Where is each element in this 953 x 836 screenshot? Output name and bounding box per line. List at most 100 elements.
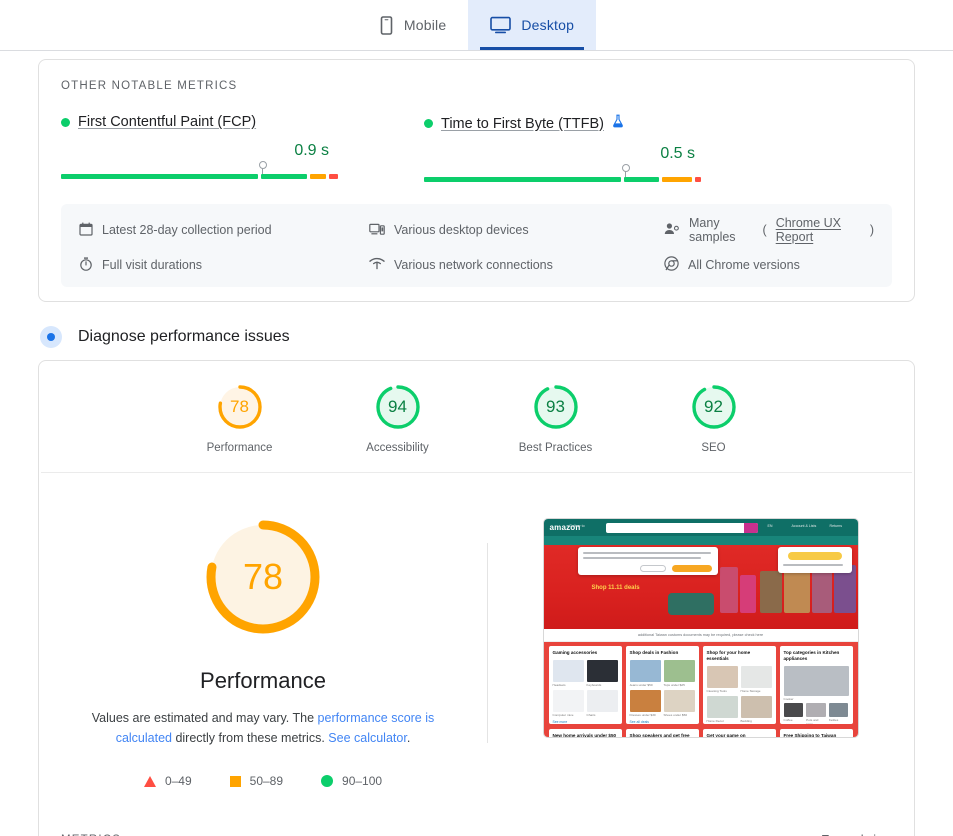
bar-segment-average (309, 174, 327, 179)
thumb-card: Top categories in Kitchen appliances Coo… (779, 646, 853, 724)
gauge-accessibility[interactable]: 94 Accessibility (354, 383, 442, 454)
tab-mobile[interactable]: Mobile (357, 0, 468, 50)
thumb-tile-caption: Kettles (828, 718, 839, 722)
tab-desktop[interactable]: Desktop (468, 0, 597, 50)
desc-text-middle: directly from these metrics. (171, 731, 329, 745)
thumb-tile-caption: Pots and pans (806, 718, 819, 724)
thumb-search-button (743, 522, 758, 533)
thumb-card-title: Gaming accessories (552, 650, 598, 655)
square-icon (229, 775, 241, 787)
thumb-navbar: amazon Deliver to EN Account & Lists Ret… (543, 519, 858, 536)
calendar-icon (79, 222, 93, 239)
thumb-dismiss-button (639, 564, 666, 572)
info-chrome-versions: All Chrome versions (664, 256, 874, 274)
info-collection-period-text: Latest 28-day collection period (102, 223, 272, 237)
metric-fcp-value: 0.9 s (294, 142, 329, 159)
thumb-tile-caption: Bedding (740, 719, 752, 723)
collection-info-strip: Latest 28-day collection period Various … (61, 204, 892, 287)
metric-ttfb: Time to First Byte (TTFB) 0.5 s (424, 114, 701, 182)
legend-average: 50–89 (229, 774, 283, 788)
thumb-tile-caption: Home Decor (706, 719, 724, 723)
bar-segment-average (662, 177, 693, 182)
gauge-performance[interactable]: 78 Performance (196, 383, 284, 454)
thumb-lang: EN (767, 523, 773, 528)
desc-text-before: Values are estimated and may vary. The (91, 711, 318, 725)
metric-ttfb-value: 0.5 s (660, 145, 695, 162)
paren-close: ) (869, 223, 874, 237)
thumb-notice-text: additional Taiwan customs documents may … (637, 633, 764, 637)
gauge-accessibility-score: 94 (388, 397, 407, 416)
thumb-card: Free Shipping to Taiwan (779, 729, 853, 737)
metric-fcp-header: First Contentful Paint (FCP) (61, 114, 334, 130)
legend-good-range: 90–100 (342, 774, 383, 788)
thumb-card-title: New home arrivals under $50 (552, 733, 617, 738)
flask-icon (612, 114, 624, 133)
tab-mobile-label: Mobile (403, 17, 447, 33)
thumb-card: Gaming accessories Headsets Keyboards Co… (548, 646, 622, 724)
gauge-best-practices-ring: 93 (532, 383, 580, 431)
thumb-product-3 (759, 571, 782, 613)
thumb-tile-caption: Computer mice (552, 713, 574, 717)
gauge-performance-score: 78 (230, 397, 249, 416)
see-calculator-link[interactable]: See calculator (328, 731, 407, 745)
chrome-ux-report-link[interactable]: Chrome UX Report (776, 216, 861, 244)
info-samples: Many samples ( Chrome UX Report) (664, 216, 874, 244)
info-network-text: Various network connections (394, 258, 553, 272)
wifi-icon (369, 257, 385, 273)
thumb-tile-caption: Coffee (783, 718, 793, 722)
thumb-product-shoes (667, 593, 714, 615)
vertical-divider (487, 543, 488, 743)
page-screenshot-thumbnail: amazon Deliver to EN Account & Lists Ret… (542, 518, 859, 738)
thumb-card-grid: Gaming accessories Headsets Keyboards Co… (543, 642, 858, 729)
thumb-signin-popover (777, 547, 852, 573)
performance-title: Performance (200, 668, 326, 693)
thumb-product-2 (739, 575, 756, 613)
gauge-best-practices[interactable]: 93 Best Practices (512, 383, 600, 454)
thumb-card-link: See all deals (629, 720, 649, 724)
thumb-card-title: Shop speakers and get free shipping (629, 733, 690, 738)
lighthouse-detail-body: 78 Performance Values are estimated and … (39, 473, 914, 788)
bar-segment-good-2 (260, 174, 307, 179)
lighthouse-category-gauges: 78 Performance 94 Accessibility 93 Best … (41, 361, 912, 473)
triangle-icon (143, 775, 156, 787)
metric-fcp-name[interactable]: First Contentful Paint (FCP) (78, 114, 256, 130)
thumb-tile-caption: Keyboards (586, 683, 602, 687)
bar-segment-poor (329, 174, 338, 179)
info-collection-period: Latest 28-day collection period (79, 216, 369, 244)
gauge-seo[interactable]: 92 SEO (670, 383, 758, 454)
info-samples-text: Many samples (689, 216, 736, 244)
status-dot-icon (61, 117, 70, 127)
thumb-tile-caption: Chairs (586, 713, 596, 717)
performance-gauge-large: 78 (201, 515, 325, 639)
info-chrome-versions-text: All Chrome versions (688, 258, 800, 272)
status-dot-icon (424, 119, 433, 128)
metric-fcp: First Contentful Paint (FCP) 0.9 s (61, 114, 338, 182)
metric-ttfb-bar (424, 164, 701, 182)
devices-icon (369, 222, 385, 239)
desc-text-after: . (406, 731, 411, 745)
gauge-performance-ring: 78 (216, 383, 264, 431)
thumb-address-tooltip (577, 547, 718, 575)
metric-fcp-bar (61, 161, 338, 179)
gauge-accessibility-ring: 94 (374, 383, 422, 431)
thumb-card: Shop for your home essentials Cleaning T… (702, 646, 776, 724)
performance-detail-panel: 78 Performance Values are estimated and … (39, 515, 487, 788)
thumb-tile-caption: Shoes under $50 (663, 713, 688, 717)
thumb-tile-caption: Cleaning Tools (706, 689, 727, 693)
thumb-card-title: Top categories in Kitchen appliances (783, 650, 840, 661)
thumb-product-5 (811, 569, 832, 613)
legend-poor-range: 0–49 (164, 774, 192, 788)
lighthouse-card: 78 Performance 94 Accessibility 93 Best … (38, 360, 915, 836)
diagnose-title: Diagnose performance issues (78, 328, 290, 345)
metrics-row: First Contentful Paint (FCP) 0.9 s Time … (61, 114, 892, 182)
paren-open: ( (762, 223, 767, 237)
performance-gauge-score: 78 (242, 556, 284, 597)
metric-ttfb-header: Time to First Byte (TTFB) (424, 114, 697, 133)
bar-segment-poor (695, 177, 701, 182)
pagespeed-insights-report: Mobile Desktop Other notable metrics Fir… (0, 0, 953, 836)
thumb-card-title: Shop deals in Fashion (629, 650, 679, 655)
thumb-tile-caption: Dresses under $30 (629, 713, 656, 717)
thumb-tile-caption: Headsets (552, 683, 566, 687)
metric-ttfb-name[interactable]: Time to First Byte (TTFB) (441, 116, 604, 132)
thumb-deliver-to: Deliver to (569, 523, 585, 528)
